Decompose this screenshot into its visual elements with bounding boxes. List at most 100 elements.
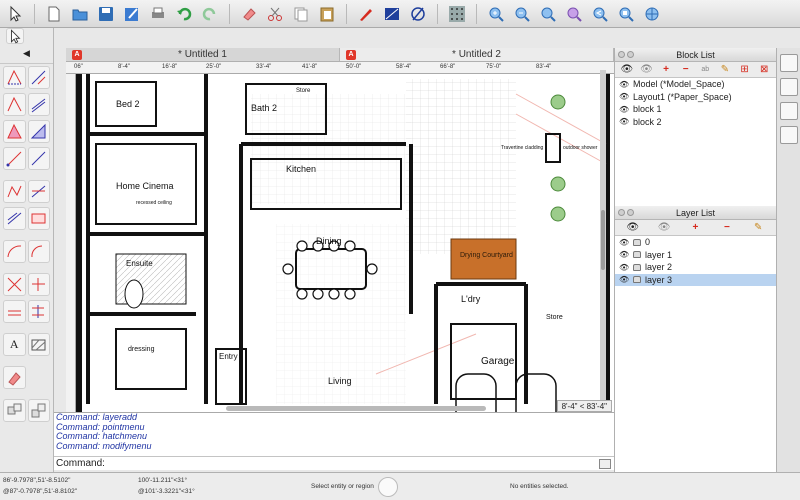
tab-untitled-2[interactable]: A * Untitled 2 — [340, 48, 614, 61]
lock-icon[interactable] — [633, 276, 641, 284]
redo-icon[interactable] — [199, 3, 221, 25]
eye-off-icon[interactable]: 👁 — [638, 64, 656, 76]
expand-command-button[interactable] — [599, 458, 611, 469]
edit-layer-icon[interactable]: ✎ — [749, 222, 767, 234]
paste-icon[interactable] — [316, 3, 338, 25]
layer-list-item[interactable]: 👁 0 — [615, 236, 776, 249]
eye-off-icon[interactable]: 👁 — [655, 222, 673, 234]
eye-icon[interactable]: 👁 — [618, 64, 636, 76]
open-folder-icon[interactable] — [69, 3, 91, 25]
trim-icon[interactable] — [3, 273, 26, 296]
arc-alt-icon[interactable] — [27, 240, 50, 263]
block-list-item[interactable]: 👁 Layout1 (*Paper_Space) — [615, 91, 776, 104]
lock-icon[interactable] — [633, 251, 641, 259]
multiline-icon[interactable] — [3, 207, 26, 230]
close-dot-icon[interactable] — [618, 209, 625, 216]
copy-icon[interactable] — [290, 3, 312, 25]
print-icon[interactable] — [147, 3, 169, 25]
properties-panel-icon[interactable] — [780, 54, 798, 72]
block-panel-icon[interactable] — [780, 78, 798, 96]
offset-icon[interactable] — [3, 300, 26, 323]
layer-list-item[interactable]: 👁 layer 2 — [615, 261, 776, 274]
angle-dimension-icon[interactable] — [3, 66, 26, 89]
block-insert-icon[interactable] — [3, 399, 26, 422]
zoom-in-icon[interactable] — [485, 3, 507, 25]
block-list-item[interactable]: 👁 Model (*Model_Space) — [615, 78, 776, 91]
select-arrow-icon[interactable] — [6, 28, 24, 44]
polyline-alt-icon[interactable] — [27, 180, 50, 203]
circle-slash-icon[interactable] — [407, 3, 429, 25]
scroll-thumb[interactable] — [601, 210, 605, 270]
mirror-icon[interactable] — [27, 300, 50, 323]
layer-list-item[interactable]: 👁 layer 1 — [615, 249, 776, 262]
palette-collapse-button[interactable]: ◀ — [0, 44, 53, 64]
eye-icon[interactable]: 👁 — [619, 263, 633, 272]
lock-icon[interactable] — [633, 238, 641, 246]
eye-icon[interactable]: 👁 — [619, 250, 633, 259]
eye-icon[interactable]: 👁 — [619, 92, 633, 101]
zoom-previous-icon[interactable] — [589, 3, 611, 25]
zoom-extents-icon[interactable] — [615, 3, 637, 25]
layer-list-item-selected[interactable]: 👁 layer 3 — [615, 273, 776, 286]
minimize-dot-icon[interactable] — [627, 51, 634, 58]
eye-icon[interactable]: 👁 — [619, 117, 633, 126]
line-parallel-icon[interactable] — [27, 93, 50, 116]
area-icon[interactable] — [381, 3, 403, 25]
eraser-icon[interactable] — [238, 3, 260, 25]
eye-icon[interactable]: 👁 — [619, 238, 633, 247]
pencil-icon[interactable] — [355, 3, 377, 25]
arc-icon[interactable] — [3, 240, 26, 263]
zoom-fit-icon[interactable] — [537, 3, 559, 25]
angle-dimension-alt-icon[interactable] — [27, 66, 50, 89]
grid-icon[interactable] — [446, 3, 468, 25]
close-dot-icon[interactable] — [618, 51, 625, 58]
hatch-icon[interactable] — [27, 333, 50, 356]
close-block-icon[interactable]: ⊠ — [755, 64, 773, 76]
rename-block-icon[interactable]: ab — [697, 64, 715, 76]
tab-untitled-1[interactable]: A * Untitled 1 — [66, 48, 340, 61]
cut-icon[interactable] — [264, 3, 286, 25]
vertical-scrollbar[interactable] — [600, 70, 606, 400]
add-block-icon[interactable]: + — [657, 64, 675, 76]
eye-icon[interactable]: 👁 — [619, 80, 633, 89]
tool-palette: ◀ A — [0, 28, 54, 472]
layer-panel-icon[interactable] — [780, 102, 798, 120]
add-layer-icon[interactable]: + — [686, 222, 704, 234]
document-icon: A — [346, 50, 356, 60]
triangle-icon[interactable] — [3, 120, 26, 143]
remove-block-icon[interactable]: − — [677, 64, 695, 76]
remove-layer-icon[interactable]: − — [718, 222, 736, 234]
select-arrow-icon[interactable] — [4, 3, 26, 25]
rectangle-icon[interactable] — [27, 207, 50, 230]
block-list-item[interactable]: 👁 block 2 — [615, 116, 776, 129]
text-icon[interactable]: A — [3, 333, 26, 356]
eye-icon[interactable]: 👁 — [619, 105, 633, 114]
horizontal-scrollbar[interactable] — [226, 406, 486, 411]
command-input[interactable] — [108, 457, 599, 470]
eye-icon[interactable]: 👁 — [624, 222, 642, 234]
zoom-window-icon[interactable] — [563, 3, 585, 25]
extend-icon[interactable] — [27, 273, 50, 296]
eraser-tool-icon[interactable] — [3, 366, 26, 389]
save-icon[interactable] — [95, 3, 117, 25]
drawing-canvas[interactable]: 06" 8'-4" 16'-8" 25'-0" 33'-4" 41'-8" 50… — [66, 62, 614, 412]
block-list-item[interactable]: 👁 block 1 — [615, 103, 776, 116]
floor-plan[interactable]: Bed 2 Bath 2 Store Home Cinema recessed … — [76, 74, 614, 412]
polyline-icon[interactable] — [3, 180, 26, 203]
triangle-alt-icon[interactable] — [27, 120, 50, 143]
zoom-out-icon[interactable] — [511, 3, 533, 25]
insert-block-icon[interactable]: ⊞ — [736, 64, 754, 76]
ray-icon[interactable] — [3, 147, 26, 170]
new-document-icon[interactable] — [43, 3, 65, 25]
edit-icon[interactable] — [121, 3, 143, 25]
lock-icon[interactable] — [633, 263, 641, 271]
line-angle-icon[interactable] — [3, 93, 26, 116]
edit-block-icon[interactable]: ✎ — [716, 64, 734, 76]
eye-icon[interactable]: 👁 — [619, 275, 633, 284]
minimize-dot-icon[interactable] — [627, 209, 634, 216]
xline-icon[interactable] — [27, 147, 50, 170]
library-panel-icon[interactable] — [780, 126, 798, 144]
pan-icon[interactable] — [641, 3, 663, 25]
undo-icon[interactable] — [173, 3, 195, 25]
block-create-icon[interactable] — [27, 399, 50, 422]
